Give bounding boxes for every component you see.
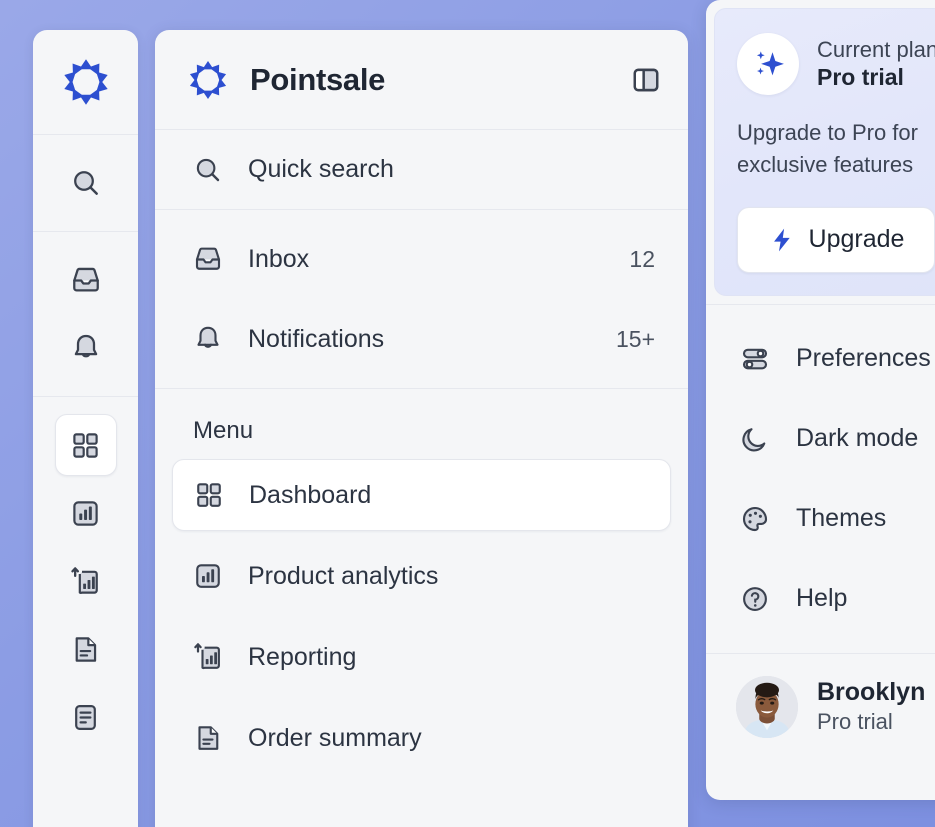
bar-chart-icon [70,498,101,529]
rail-group-quick-links [33,232,138,397]
bar-chart-icon [193,561,223,591]
rail-group-menu [33,397,138,765]
account-panel: Current plan Pro trial Upgrade to Pro fo… [706,0,935,800]
nav-item-notifications[interactable]: Notifications 15+ [155,299,688,379]
notifications-label: Notifications [248,324,385,353]
promo-eyebrow: Current plan [817,36,935,62]
pointsale-starburst-logo-icon [61,58,110,106]
rail-item-dashboard[interactable] [54,414,117,476]
promo-header: Current plan Pro trial [737,33,935,95]
promo-description-line1: Upgrade to Pro for [737,120,918,145]
rail-item-quick-search[interactable] [55,152,117,214]
icon-rail [33,30,138,827]
bell-icon [193,324,223,354]
sliders-icon [740,344,770,374]
nav-item-inbox[interactable]: Inbox 12 [155,219,688,299]
user-profile[interactable]: Brooklyn Pro trial [706,654,935,760]
grid-icon [70,430,101,461]
menu-section-title: Menu [193,417,254,444]
user-texts: Brooklyn Pro trial [817,677,925,737]
menu-item-reporting[interactable]: Reporting [172,621,671,693]
menu-item-label: Product analytics [248,561,439,590]
trending-chart-icon [193,642,223,672]
user-plan: Pro trial [817,708,893,734]
notifications-badge: 15+ [615,325,655,352]
inbox-icon [193,244,223,274]
promo-description: Upgrade to Pro for exclusive features [737,117,935,181]
question-circle-icon [740,584,770,614]
rail-item-notifications[interactable] [55,317,117,379]
rail-group-search [33,135,138,232]
settings-item-label: Preferences [796,344,931,373]
promo-plan-texts: Current plan Pro trial [817,36,935,92]
app-title: Pointsale [250,61,386,97]
upgrade-button[interactable]: Upgrade [737,206,935,273]
menu-item-label: Order summary [248,723,422,752]
pointsale-starburst-logo-icon [188,60,228,100]
upgrade-promo-card: Current plan Pro trial Upgrade to Pro fo… [714,8,935,296]
inbox-badge: 12 [629,245,655,272]
promo-description-line2: exclusive features [737,151,914,177]
menu-item-dashboard[interactable]: Dashboard [172,459,671,531]
settings-item-label: Help [796,584,848,613]
document-icon [70,634,101,665]
sparkle-icon [750,46,786,82]
menu-item-order-summary[interactable]: Order summary [172,702,671,774]
search-icon [70,167,102,199]
quick-links-group: Inbox 12 Notifications 15+ [155,210,688,389]
bell-icon [70,332,102,364]
settings-list: Preferences Dark mode Themes Help [706,303,935,653]
rail-item-reporting[interactable] [55,550,117,612]
menu-list: Dashboard Product analytics Reporting Or… [155,459,688,774]
settings-item-help[interactable]: Help [706,559,935,639]
rail-item-inbox[interactable] [55,249,117,311]
document-lines-icon [70,702,101,733]
rail-item-product-analytics[interactable] [55,482,117,544]
upgrade-button-label: Upgrade [808,225,905,254]
promo-plan-name: Pro trial [817,64,904,91]
panel-header: Pointsale [155,30,688,130]
inbox-label: Inbox [248,244,310,273]
promo-badge [737,33,799,95]
rail-item-documents[interactable] [55,686,117,748]
document-icon [193,723,223,753]
menu-item-label: Reporting [248,642,357,671]
settings-item-label: Dark mode [796,424,919,453]
user-name: Brooklyn [817,677,926,706]
settings-item-dark-mode[interactable]: Dark mode [706,399,935,479]
quick-search-label: Quick search [248,155,394,183]
settings-item-themes[interactable]: Themes [706,479,935,559]
inbox-icon [70,264,102,296]
quick-search-row[interactable]: Quick search [155,130,688,210]
palette-icon [740,504,770,534]
grid-icon [194,480,224,510]
sidebar-panel-toggle-icon[interactable] [630,64,662,96]
menu-item-product-analytics[interactable]: Product analytics [172,540,671,612]
trending-chart-icon [70,566,101,597]
search-icon [193,155,223,185]
rail-logo[interactable] [33,30,138,135]
user-profile-section: Brooklyn Pro trial [706,652,935,760]
settings-item-label: Themes [796,504,887,533]
avatar [736,675,798,738]
navigation-panel: Pointsale Quick search Inbox 12 Notifica… [155,30,688,827]
rail-item-order-summary[interactable] [55,618,117,680]
moon-icon [740,424,770,454]
lightning-bolt-icon [768,226,796,254]
settings-item-preferences[interactable]: Preferences [706,319,935,399]
menu-item-label: Dashboard [249,480,372,509]
